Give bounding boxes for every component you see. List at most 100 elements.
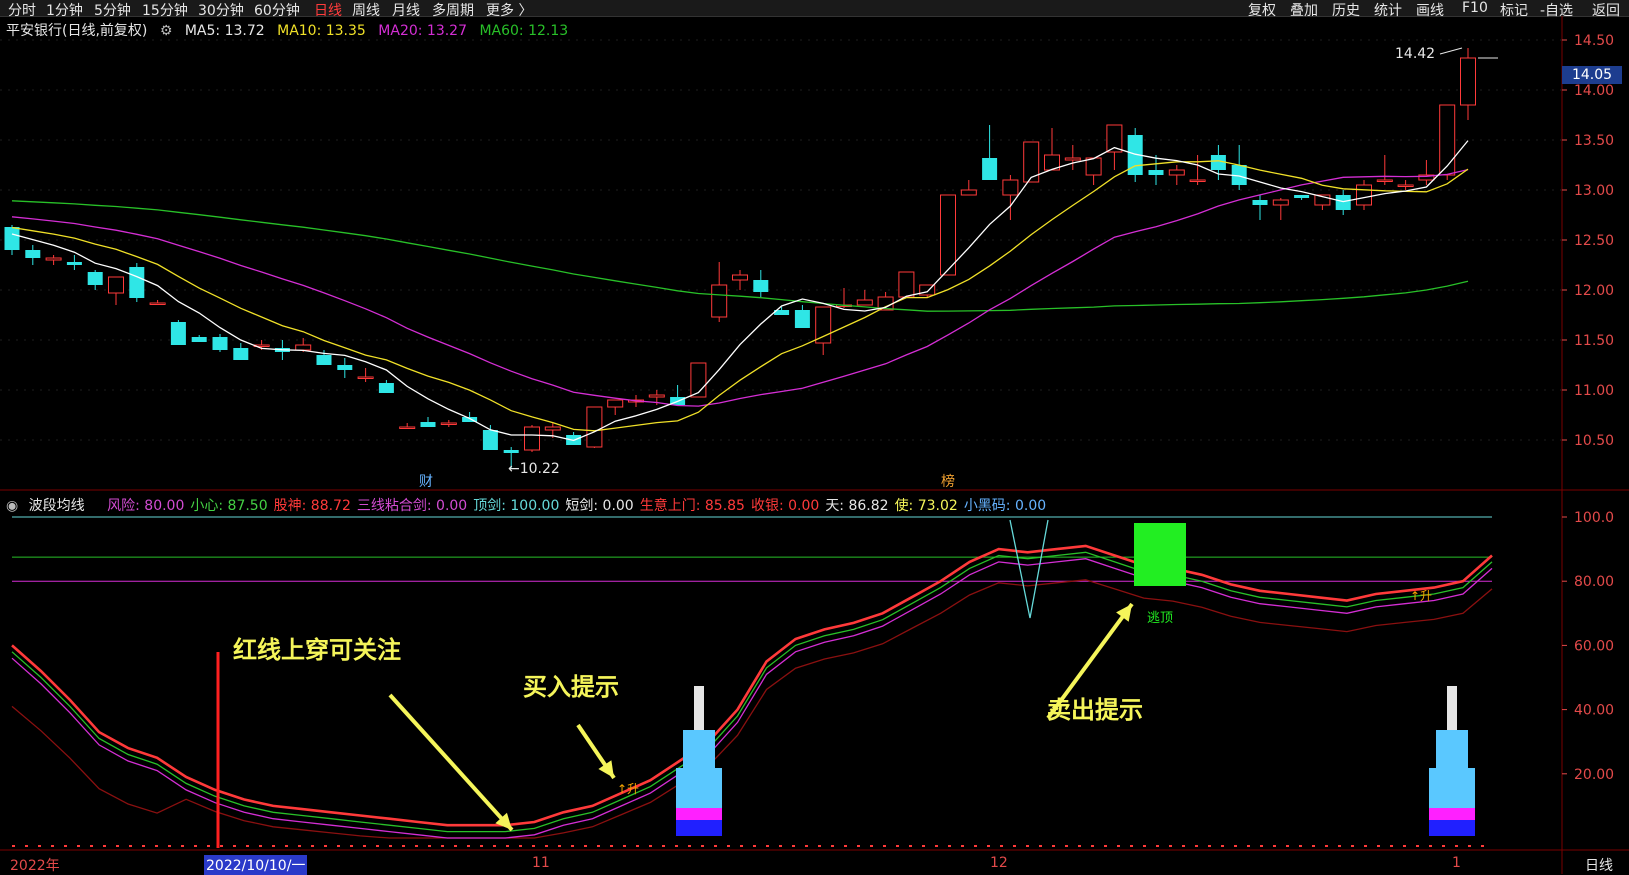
buy-bar-2-magenta [1429,808,1475,820]
candle-body-up [898,271,915,298]
candle-body-down [4,227,20,250]
price-tick-label: 14.50 [1574,33,1614,49]
indicator-tick-label: 80.00 [1574,574,1614,590]
ma10-value: MA10: 13.35 [277,23,366,39]
candle-body-up [45,257,62,261]
ma60-line [11,200,1469,312]
candle-body-up [1460,57,1476,106]
candle-body-down [129,267,145,298]
arrow-buy-head [598,760,614,778]
buy-bar-2-blue [1429,820,1475,836]
event-marker-bang: 榜 [941,473,955,490]
dingjian-dip [1009,519,1049,619]
high-price-arrow [1439,47,1463,55]
indicator-value-10: 小黑码: 0.00 [963,498,1047,514]
candle-body-up [1168,169,1185,176]
indicator-title: ◉ 波段均线 风险: 80.00 小心: 87.50 股神: 88.72 三线粘合剑:… [6,495,1058,515]
indicator-value-9: 使: 73.02 [894,498,958,514]
candle-body-down [794,310,810,328]
high-price-label: 14.42 [1395,46,1435,62]
price-tick-label: 11.00 [1574,383,1614,399]
candle-body-up [1064,157,1081,161]
candle-body-up [1272,199,1289,206]
candle-body-down [1252,200,1268,205]
candle-body-up [960,189,977,196]
candle-body-up [648,394,665,398]
ma20-value: MA20: 13.27 [378,23,467,39]
candle-body-up [108,276,124,294]
candle-body-up [544,426,561,431]
month-11-label: 11 [532,855,550,871]
candle-body-up [607,399,624,408]
ma5-value: MA5: 13.72 [184,23,265,39]
candle-body-down [66,262,82,265]
candle-body-up [1439,104,1456,176]
candle-body-down [482,430,498,450]
month-1-label: 1 [1452,855,1461,871]
candle-body-up [1189,179,1206,182]
buy-bar-1-blue [676,820,722,836]
candle-body-up [1002,179,1019,196]
annotation-red-line-cross: 红线上穿可关注 [233,636,401,664]
candle-body-down [420,422,436,427]
indicator-value-7: 收银: 0.00 [750,498,820,514]
candle-body-up [732,274,748,281]
candle-body-down [191,337,207,342]
candle-body-up [586,406,603,448]
period-label: 日线 [1585,858,1613,874]
candle-body-down [170,322,186,345]
indicator-name[interactable]: 波段均线 [29,498,85,514]
xiaoxin-osc-line [11,551,1493,833]
candle-body-down [1335,195,1351,210]
indicator-value-5: 短剑: 0.00 [565,498,634,514]
candle-body-up [295,344,312,351]
indicator-value-6: 生意上门: 85.85 [639,498,745,514]
buy-bar-1-cyan-wide [676,768,722,808]
sheng-label-2: ↑升 [1410,589,1432,603]
taoding-label: 逃顶 [1147,611,1173,626]
annotation-buy-hint: 买入提示 [523,673,619,701]
indicator-value-1: 小心: 87.50 [190,498,268,514]
candle-body-down [753,280,769,292]
candle-body-up [815,306,832,344]
event-marker-cai: 财 [419,474,433,490]
candle-body-up [149,302,166,305]
candle-body-down [1294,195,1310,198]
candle-body-up [440,422,457,425]
buy-bar-1-white-top [694,686,704,730]
candle-body-up [1376,179,1393,182]
candle-body-down [25,250,41,258]
candle-body-up [524,426,540,451]
indicator-value-2: 股神: 88.72 [273,498,351,514]
buy-bar-2-cyan-wide [1429,768,1475,808]
candle-body-down [337,365,353,370]
candle-body-down [982,158,998,180]
candle-body-up [357,376,374,379]
indicator-tick-label: 20.00 [1574,767,1614,783]
candle-body-up [1085,157,1102,176]
indicator-tick-label: 60.00 [1574,638,1614,654]
candle-body-down [316,355,332,365]
price-tick-label: 12.50 [1574,233,1614,249]
price-tick-label: 12.00 [1574,283,1614,299]
candle-body-down [233,348,249,360]
indicator-value-3: 三线粘合剑: 0.00 [356,498,468,514]
candle-body-up [1356,184,1372,206]
sheng-label-1: ↑升 [617,782,639,796]
stock-name[interactable]: 平安银行(日线,前复权) [6,23,147,39]
candle-body-up [940,194,956,276]
price-tick-label: 13.50 [1574,133,1614,149]
shouyin-dark-line [11,579,1493,839]
main-chart-title: 平安银行(日线,前复权) ⚙ MA5: 13.72 MA10: 13.35 MA… [6,20,576,40]
candle-body-up [1397,184,1414,187]
indicator-tick-label: 100.0 [1574,510,1614,526]
current-price-tag: 14.05 [1562,66,1622,84]
price-tick-label: 10.50 [1574,433,1614,449]
settings-icon[interactable]: ⚙ [160,23,173,39]
indicator-value-8: 天: 86.82 [825,498,889,514]
indicator-toggle-icon[interactable]: ◉ [6,498,18,514]
candle-body-up [399,426,416,429]
candle-body-down [378,383,394,393]
kline-chart[interactable]: 14.50 14.00 13.50 13.00 12.50 12.00 11.50 11.00… [0,0,1629,874]
annotation-sell-hint: 卖出提示 [1047,696,1143,724]
